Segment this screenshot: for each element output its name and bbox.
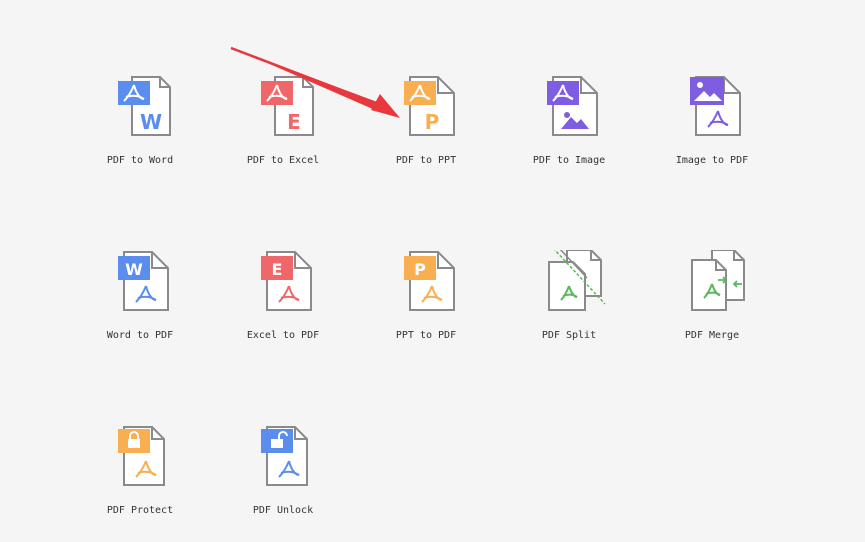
tool-label: PPT to PDF xyxy=(395,330,457,341)
tool-word-to-pdf[interactable]: W Word to PDF xyxy=(90,250,190,360)
word-to-pdf-icon: W xyxy=(118,251,169,311)
pdf-to-excel-icon: E xyxy=(261,76,314,136)
tool-label: PDF Merge xyxy=(684,330,740,341)
tool-label: PDF Split xyxy=(541,330,597,341)
tools-panel: W PDF to Word E PDF to Excel P PDF to PP… xyxy=(0,0,865,542)
badge-letter: W xyxy=(140,110,162,134)
excel-to-pdf-icon: E xyxy=(261,251,312,311)
pdf-to-image-icon xyxy=(547,76,598,136)
tool-pdf-to-word[interactable]: W PDF to Word xyxy=(90,75,190,185)
tool-label: Excel to PDF xyxy=(246,330,320,341)
badge-letter: P xyxy=(425,110,440,134)
tool-label: PDF to Word xyxy=(106,155,174,166)
badge-letter: E xyxy=(272,260,283,279)
ppt-to-pdf-icon: P xyxy=(404,251,455,311)
tool-pdf-unlock[interactable]: PDF Unlock xyxy=(233,425,333,535)
tool-label: Image to PDF xyxy=(675,155,749,166)
tool-label: PDF Unlock xyxy=(252,505,314,516)
pdf-split-icon xyxy=(548,250,606,311)
tool-label: PDF to Image xyxy=(532,155,606,166)
badge-letter: P xyxy=(414,260,426,279)
image-to-pdf-icon xyxy=(690,76,741,136)
tool-pdf-merge[interactable]: PDF Merge xyxy=(662,250,762,360)
tool-pdf-to-ppt[interactable]: P PDF to PPT xyxy=(376,75,476,185)
tool-pdf-to-image[interactable]: PDF to Image xyxy=(519,75,619,185)
tool-pdf-split[interactable]: PDF Split xyxy=(519,250,619,360)
pdf-unlock-icon xyxy=(261,426,308,486)
tool-label: Word to PDF xyxy=(106,330,174,341)
pdf-merge-icon xyxy=(691,250,745,311)
tool-ppt-to-pdf[interactable]: P PPT to PDF xyxy=(376,250,476,360)
tool-pdf-to-excel[interactable]: E PDF to Excel xyxy=(233,75,333,185)
pdf-to-word-icon: W xyxy=(118,76,171,136)
tool-excel-to-pdf[interactable]: E Excel to PDF xyxy=(233,250,333,360)
badge-letter: W xyxy=(125,260,143,279)
pdf-protect-icon xyxy=(118,426,165,486)
tool-image-to-pdf[interactable]: Image to PDF xyxy=(662,75,762,185)
badge-letter: E xyxy=(287,110,301,134)
pdf-to-ppt-icon: P xyxy=(404,76,455,136)
tool-label: PDF to PPT xyxy=(395,155,457,166)
tool-pdf-protect[interactable]: PDF Protect xyxy=(90,425,190,535)
tool-label: PDF Protect xyxy=(106,505,174,516)
tool-label: PDF to Excel xyxy=(246,155,320,166)
